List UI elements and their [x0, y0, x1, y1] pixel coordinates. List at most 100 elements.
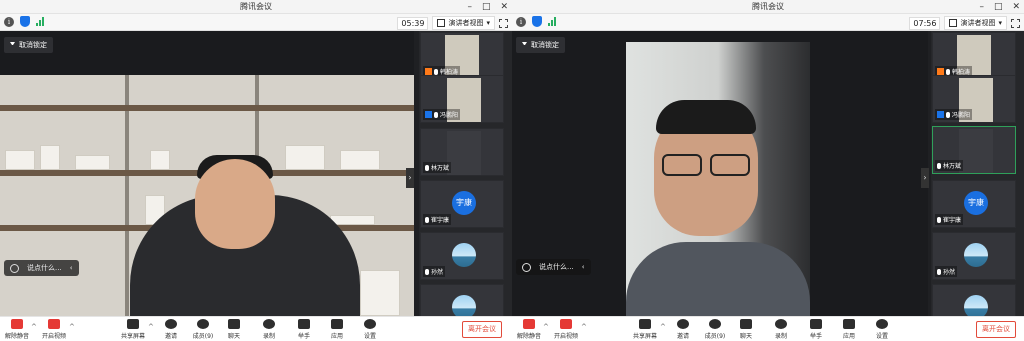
- participant-tile[interactable]: 宇康 崔宇康: [932, 180, 1016, 228]
- pin-icon: [522, 41, 527, 49]
- close-icon[interactable]: ✕: [1012, 2, 1020, 12]
- user-badge-icon: [425, 111, 432, 118]
- participant-tile[interactable]: 孙然: [420, 232, 504, 280]
- minimize-icon[interactable]: –: [979, 2, 984, 12]
- view-mode-dropdown[interactable]: 演讲者视图 ▾: [944, 16, 1007, 30]
- mic-icon: [425, 268, 429, 275]
- camera-off-icon: [48, 319, 60, 329]
- leave-meeting-button[interactable]: 离开会议: [462, 321, 502, 338]
- unpin-label: 取消锁定: [19, 41, 47, 49]
- participant-name: 孙然: [431, 269, 444, 276]
- chevron-up-icon[interactable]: ^: [31, 323, 37, 331]
- control-toolbar: 解除静音 ^ 开启视频 ^ 共享屏幕 ^ 邀请 成员(9) 聊天 录制 举手 应…: [0, 316, 512, 341]
- avatar: [964, 243, 988, 267]
- avatar: 宇康: [964, 191, 988, 215]
- participant-tile[interactable]: [932, 284, 1016, 316]
- apps-button[interactable]: 应用: [320, 319, 354, 340]
- share-screen-button[interactable]: 共享屏幕: [628, 319, 662, 340]
- chevron-left-icon[interactable]: ‹: [70, 264, 73, 272]
- view-mode-dropdown[interactable]: 演讲者视图 ▾: [432, 16, 495, 30]
- fullscreen-icon[interactable]: [1011, 18, 1020, 28]
- members-icon: [197, 319, 209, 329]
- start-video-button[interactable]: 开启视频: [549, 319, 583, 340]
- participant-tile[interactable]: [420, 284, 504, 316]
- network-signal-icon[interactable]: [36, 17, 44, 26]
- participant-tile[interactable]: 韩柏涛: [932, 32, 1016, 80]
- participant-tile[interactable]: 孙然: [932, 232, 1016, 280]
- participant-tile[interactable]: 冯鹏阳: [932, 75, 1016, 123]
- chat-button[interactable]: 聊天: [217, 319, 251, 340]
- gear-icon: [364, 319, 376, 329]
- chevron-up-icon[interactable]: ^: [69, 323, 75, 331]
- maximize-icon[interactable]: □: [482, 2, 491, 12]
- pin-icon: [10, 41, 15, 49]
- chat-input[interactable]: 说点什么... ‹: [516, 259, 591, 275]
- chat-button[interactable]: 聊天: [729, 319, 763, 340]
- invite-button[interactable]: 邀请: [666, 319, 700, 340]
- mic-icon: [425, 164, 429, 171]
- participant-sidebar: 韩柏涛 冯鹏阳 林万斌 宇康 崔宇康 孙然: [931, 31, 1024, 316]
- members-button[interactable]: 成员(9): [698, 319, 732, 340]
- leave-meeting-button[interactable]: 离开会议: [976, 321, 1016, 338]
- unpin-button[interactable]: 取消锁定: [4, 37, 53, 53]
- apps-button[interactable]: 应用: [832, 319, 866, 340]
- mic-icon: [425, 216, 429, 223]
- unmute-button[interactable]: 解除静音: [0, 319, 34, 340]
- record-button[interactable]: 录制: [764, 319, 798, 340]
- chevron-up-icon[interactable]: ^: [660, 323, 666, 331]
- meeting-timer: 05:39: [397, 16, 429, 30]
- participant-tile[interactable]: 林万斌: [420, 128, 504, 176]
- raise-hand-button[interactable]: 举手: [799, 319, 833, 340]
- raise-hand-button[interactable]: 举手: [287, 319, 321, 340]
- close-icon[interactable]: ✕: [500, 2, 508, 12]
- chevron-up-icon[interactable]: ^: [581, 323, 587, 331]
- screen-share-icon: [127, 319, 139, 329]
- chevron-up-icon[interactable]: ^: [543, 323, 549, 331]
- participant-sidebar: 韩柏涛 冯鹏阳 林万斌 宇康 崔宇康 孙然: [419, 31, 512, 316]
- apps-label: 应用: [842, 333, 855, 340]
- chevron-left-icon[interactable]: ‹: [582, 263, 585, 271]
- collapse-sidebar-button[interactable]: ›: [921, 168, 929, 188]
- mic-muted-icon: [523, 319, 535, 329]
- settings-button[interactable]: 设置: [865, 319, 899, 340]
- invite-icon: [165, 319, 177, 329]
- minimize-icon[interactable]: –: [467, 2, 472, 12]
- unmute-button[interactable]: 解除静音: [512, 319, 546, 340]
- info-icon[interactable]: i: [516, 16, 526, 27]
- chevron-up-icon[interactable]: ^: [148, 323, 154, 331]
- unmute-label: 解除静音: [516, 333, 541, 340]
- user-badge-icon: [937, 111, 944, 118]
- members-button[interactable]: 成员(9): [186, 319, 220, 340]
- shield-icon[interactable]: [532, 16, 542, 27]
- emoji-icon[interactable]: [522, 262, 531, 272]
- avatar: [452, 243, 476, 267]
- chat-placeholder: 说点什么...: [27, 264, 62, 272]
- participant-tile[interactable]: 冯鹏阳: [420, 75, 504, 123]
- window-title: 腾讯会议: [752, 2, 784, 11]
- start-video-label: 开启视频: [553, 333, 578, 340]
- emoji-icon[interactable]: [10, 263, 19, 273]
- network-signal-icon[interactable]: [548, 17, 556, 26]
- apps-grid-icon: [331, 319, 343, 329]
- maximize-icon[interactable]: □: [994, 2, 1003, 12]
- participant-tile[interactable]: 宇康 崔宇康: [420, 180, 504, 228]
- participant-name: 林万斌: [431, 165, 450, 172]
- participant-tile[interactable]: 韩柏涛: [420, 32, 504, 80]
- record-button[interactable]: 录制: [252, 319, 286, 340]
- shield-icon[interactable]: [20, 16, 30, 27]
- invite-button[interactable]: 邀请: [154, 319, 188, 340]
- gear-icon: [876, 319, 888, 329]
- unpin-button[interactable]: 取消锁定: [516, 37, 565, 53]
- settings-button[interactable]: 设置: [353, 319, 387, 340]
- title-bar: 腾讯会议 – □ ✕: [0, 0, 512, 14]
- share-screen-button[interactable]: 共享屏幕: [116, 319, 150, 340]
- participant-name: 冯鹏阳: [440, 112, 459, 119]
- participant-name: 林万斌: [943, 163, 962, 170]
- info-icon[interactable]: i: [4, 16, 14, 27]
- chat-input[interactable]: 说点什么... ‹: [4, 260, 79, 276]
- participant-tile-active[interactable]: 林万斌: [932, 126, 1016, 174]
- fullscreen-icon[interactable]: [499, 18, 508, 28]
- title-bar: 腾讯会议 – □ ✕: [512, 0, 1024, 14]
- start-video-button[interactable]: 开启视频: [37, 319, 71, 340]
- collapse-sidebar-button[interactable]: ›: [406, 168, 414, 188]
